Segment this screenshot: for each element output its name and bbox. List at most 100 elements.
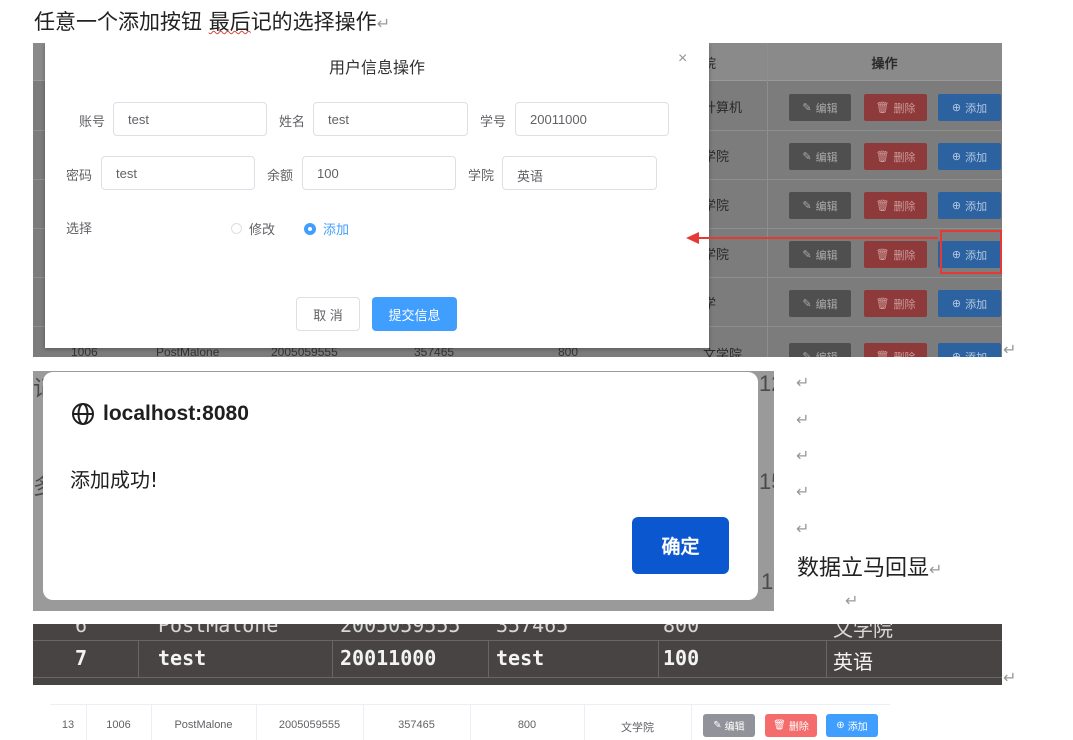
- edit-button[interactable]: ✎编辑: [789, 290, 851, 317]
- add-label: 添加: [965, 102, 988, 115]
- return-mark: ↵: [796, 519, 810, 538]
- heading-part2: 最后: [208, 10, 251, 34]
- balance-label: 余额: [267, 168, 294, 183]
- user-info-dialog: 用户信息操作 × 账号 test 姓名 test 学号 20011000 密码 …: [45, 43, 709, 348]
- trash-icon: 🗑: [773, 720, 786, 731]
- edit-button[interactable]: ✎编辑: [789, 241, 851, 268]
- college-input[interactable]: 英语: [502, 156, 657, 190]
- cell-password: 357465: [398, 719, 435, 731]
- cancel-button[interactable]: 取 消: [296, 297, 360, 331]
- student-id-label: 学号: [480, 114, 507, 129]
- edit-label: 编辑: [815, 298, 838, 311]
- radio-circle-icon: [231, 223, 242, 234]
- divider: [691, 705, 692, 740]
- name-label: 姓名: [279, 114, 306, 129]
- header-operations: 操作: [871, 56, 898, 71]
- trash-icon: 🗑: [875, 102, 890, 114]
- divider: [488, 640, 489, 678]
- add-label: 添加: [965, 151, 988, 164]
- return-mark: ↵: [845, 591, 859, 610]
- add-label: 添加: [965, 200, 988, 213]
- cell: 800: [663, 624, 700, 637]
- edit-label: 编辑: [815, 151, 838, 164]
- trash-icon: 🗑: [875, 249, 890, 261]
- return-mark: ↵: [796, 373, 810, 392]
- side-note: 数据立马回显↵: [797, 550, 942, 582]
- delete-label: 删除: [893, 249, 916, 262]
- radio-modify[interactable]: 修改: [231, 219, 275, 238]
- arrow-head-icon: [686, 232, 699, 244]
- cell-student-id: 2005059555: [278, 719, 341, 731]
- radio-add-label: 添加: [323, 222, 350, 237]
- delete-button[interactable]: 🗑删除: [864, 241, 927, 268]
- delete-button[interactable]: 🗑删除: [864, 94, 927, 121]
- radio-modify-label: 修改: [249, 222, 276, 237]
- cell: 6: [75, 624, 88, 637]
- screenshot-alert: 记 多 12 15 1 localhost:8080 添加成功! 确定: [33, 371, 774, 611]
- delete-button[interactable]: 🗑删除: [864, 290, 927, 317]
- add-button[interactable]: ⊕添加: [938, 143, 1001, 170]
- plus-circle-icon: ⊕: [951, 102, 962, 114]
- delete-label: 删除: [893, 200, 916, 213]
- return-mark: ↵: [796, 446, 810, 465]
- delete-label: 删除: [893, 298, 916, 311]
- divider: [332, 640, 333, 678]
- cell: PostMalone: [158, 624, 279, 637]
- heading-part3: 记的选择操作: [250, 10, 377, 34]
- delete-label: 删除: [893, 151, 916, 164]
- screenshot-edit-dialog: 院 操作 计算机 ✎ 编辑 🗑 删除 ⊕ 添加 学院 ✎ 编辑 🗑 删除 ⊕ 添加 学院 ✎…: [33, 43, 1002, 357]
- add-button[interactable]: ⊕添加: [938, 94, 1001, 121]
- edit-button[interactable]: ✎编辑: [703, 714, 755, 737]
- account-input[interactable]: test: [113, 102, 267, 136]
- cell-balance: 800: [517, 719, 537, 731]
- cell-account: test: [158, 646, 207, 670]
- student-id-input[interactable]: 20011000: [515, 102, 669, 136]
- plus-circle-icon: ⊕: [951, 200, 962, 212]
- pencil-icon: ✎: [802, 102, 812, 114]
- highlight-box: [940, 230, 1002, 274]
- divider: [658, 640, 659, 678]
- divider: [826, 640, 827, 678]
- cell-index: 7: [75, 646, 88, 670]
- choice-label: 选择: [66, 221, 93, 236]
- heading-part1: 任意一个添加按钮: [34, 10, 209, 34]
- radio-checked-icon: [304, 222, 316, 235]
- delete-button[interactable]: 🗑删除: [864, 143, 927, 170]
- trash-icon: 🗑: [875, 151, 890, 163]
- pencil-icon: ✎: [802, 200, 812, 212]
- cell-password: test: [496, 646, 545, 670]
- dialog-title: 用户信息操作: [328, 60, 425, 77]
- add-button[interactable]: ⊕添加: [938, 290, 1001, 317]
- confirm-button[interactable]: 确定: [632, 517, 729, 574]
- add-label: 添加: [847, 722, 868, 733]
- edit-button[interactable]: ✎编辑: [789, 94, 851, 121]
- plus-circle-icon: ⊕: [951, 298, 962, 310]
- name-input[interactable]: test: [313, 102, 468, 136]
- cell: 357465: [496, 624, 569, 637]
- screenshot-data-row: 6 PostMalone 2005059555 357465 800 文学院 7…: [33, 624, 1002, 685]
- add-button[interactable]: ⊕添加: [938, 192, 1001, 219]
- edit-button[interactable]: ✎编辑: [789, 143, 851, 170]
- cell: 2005059555: [340, 624, 461, 637]
- pencil-icon: ✎: [802, 151, 812, 163]
- browser-alert-dialog: localhost:8080 添加成功! 确定: [43, 372, 758, 600]
- balance-input[interactable]: 100: [302, 156, 456, 190]
- return-mark: ↵: [376, 14, 391, 33]
- cell-college: 英语: [833, 650, 873, 674]
- globe-icon: [72, 403, 94, 425]
- plus-circle-icon: ⊕: [951, 151, 962, 163]
- plus-circle-icon: ⊕: [836, 720, 845, 731]
- radio-add[interactable]: 添加: [304, 219, 349, 238]
- add-label: 添加: [965, 298, 988, 311]
- edit-button[interactable]: ✎编辑: [789, 192, 851, 219]
- bg-text: 12: [759, 371, 774, 396]
- add-button[interactable]: ⊕添加: [826, 714, 878, 737]
- college-label: 学院: [468, 168, 495, 183]
- delete-button[interactable]: 🗑删除: [765, 714, 817, 737]
- return-mark: ↵: [1003, 668, 1017, 687]
- delete-button[interactable]: 🗑删除: [864, 192, 927, 219]
- return-mark: ↵: [1003, 340, 1017, 359]
- close-icon[interactable]: ×: [678, 50, 687, 68]
- submit-button[interactable]: 提交信息: [372, 297, 457, 331]
- password-input[interactable]: test: [101, 156, 255, 190]
